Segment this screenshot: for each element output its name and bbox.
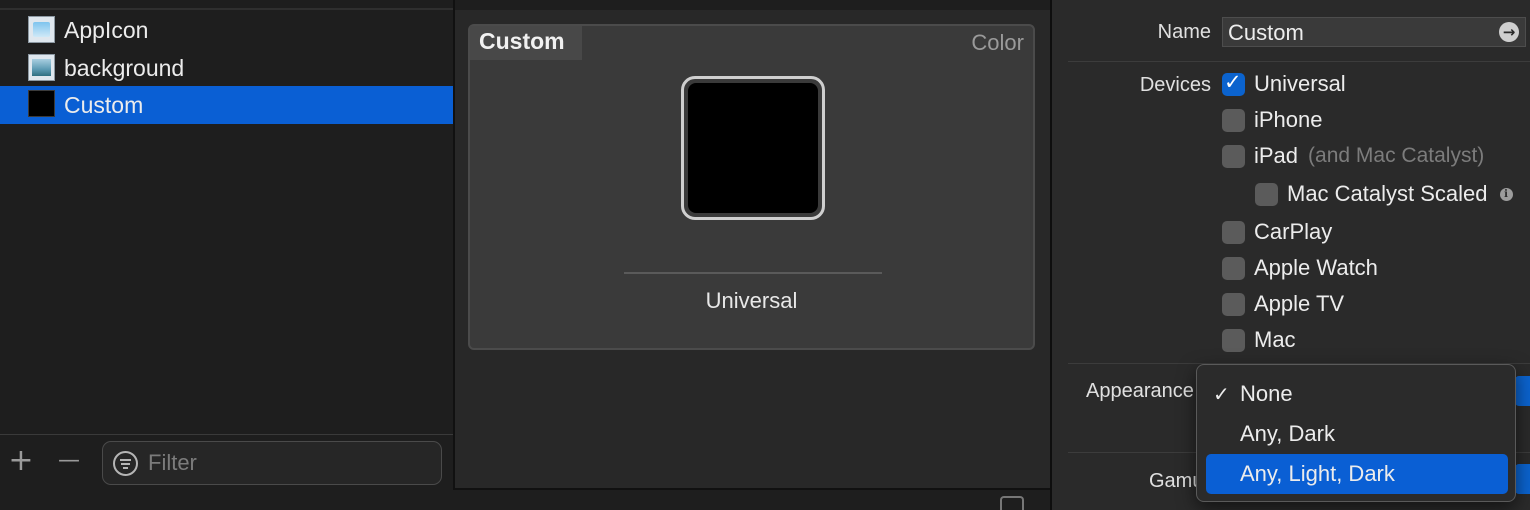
device-ipad-checkbox[interactable]: iPad (and Mac Catalyst) [1222, 142, 1484, 170]
filter-input[interactable] [146, 448, 431, 478]
name-value: Custom [1228, 20, 1304, 45]
asset-item-custom[interactable]: Custom [0, 86, 453, 124]
add-asset-button[interactable]: + [6, 443, 36, 479]
panel-divider [0, 8, 453, 10]
device-universal-checkbox[interactable]: Universal [1222, 70, 1346, 98]
device-label: iPad [1254, 143, 1299, 168]
info-icon[interactable]: i [1499, 187, 1513, 201]
swatch-fill [688, 83, 818, 213]
appearance-popup-button[interactable] [1515, 376, 1530, 406]
menu-item-none[interactable]: ✓ None [1206, 374, 1508, 414]
device-apple-watch-checkbox[interactable]: Apple Watch [1222, 254, 1378, 282]
device-label: Apple TV [1254, 291, 1345, 316]
menu-item-any-light-dark[interactable]: Any, Light, Dark [1206, 454, 1508, 494]
inspector-separator [1068, 61, 1530, 62]
editor-top-bar [455, 0, 1050, 10]
name-field[interactable]: Custom → [1222, 17, 1526, 47]
color-set-card[interactable]: Custom Color Universal [468, 24, 1035, 350]
asset-list-footer: + — [0, 434, 453, 490]
device-label: Mac [1254, 327, 1296, 352]
asset-item-label: Custom [64, 91, 144, 118]
device-label: Apple Watch [1254, 255, 1378, 280]
appicon-thumbnail-icon [28, 16, 55, 43]
checkbox-icon[interactable] [1222, 108, 1245, 132]
menu-item-label: Any, Dark [1240, 421, 1335, 446]
device-carplay-checkbox[interactable]: CarPlay [1222, 218, 1332, 246]
checkbox-icon[interactable] [1222, 256, 1245, 280]
asset-item-appicon[interactable]: AppIcon [0, 11, 453, 49]
device-iphone-checkbox[interactable]: iPhone [1222, 106, 1323, 134]
checkbox-icon[interactable] [1222, 328, 1245, 352]
device-mac-checkbox[interactable]: Mac [1222, 326, 1296, 354]
checkbox-icon[interactable] [1222, 292, 1245, 316]
checkmark-icon: ✓ [1213, 382, 1230, 406]
checkbox-icon[interactable] [1222, 144, 1245, 168]
bottom-bar [0, 490, 1050, 510]
menu-item-label: None [1240, 381, 1293, 406]
filter-field[interactable] [102, 441, 442, 485]
asset-item-label: AppIcon [64, 16, 149, 43]
asset-item-background[interactable]: background [0, 49, 453, 87]
name-label: Name [1157, 21, 1211, 43]
devices-label: Devices [1139, 74, 1211, 96]
appearance-label: Appearance [1086, 380, 1194, 402]
checkbox-icon[interactable] [1222, 220, 1245, 244]
color-set-name: Custom [470, 26, 582, 60]
asset-list-panel: AppIcon background Custom + — [0, 0, 453, 490]
color-swatch[interactable] [681, 76, 825, 220]
device-label: CarPlay [1254, 219, 1333, 244]
checkbox-checked-icon[interactable] [1222, 70, 1245, 96]
device-label: Universal [1254, 71, 1346, 96]
asset-editor: Custom Color Universal [455, 0, 1050, 490]
swatch-divider [624, 272, 882, 274]
swatch-caption: Universal [705, 288, 798, 313]
menu-item-any-dark[interactable]: Any, Dark [1206, 414, 1508, 454]
panel-toggle-icon[interactable] [1000, 496, 1024, 510]
arrow-right-circle-icon[interactable]: → [1499, 22, 1519, 42]
gamut-popup-button[interactable] [1515, 464, 1530, 494]
checkbox-icon[interactable] [1255, 182, 1278, 206]
remove-asset-button[interactable]: — [54, 443, 84, 479]
color-set-type: Color [971, 30, 1024, 55]
color-thumbnail-icon [28, 90, 55, 117]
filter-icon [113, 451, 138, 476]
device-mac-catalyst-scaled-checkbox[interactable]: Mac Catalyst Scaled i [1255, 180, 1513, 208]
device-label: Mac Catalyst Scaled [1287, 181, 1488, 206]
image-thumbnail-icon [28, 54, 55, 81]
appearance-menu: ✓ None Any, Dark Any, Light, Dark [1196, 364, 1516, 502]
device-apple-tv-checkbox[interactable]: Apple TV [1222, 290, 1344, 318]
device-note: (and Mac Catalyst) [1308, 144, 1485, 167]
device-label: iPhone [1254, 107, 1323, 132]
asset-item-label: background [64, 54, 185, 81]
menu-item-label: Any, Light, Dark [1240, 461, 1395, 486]
